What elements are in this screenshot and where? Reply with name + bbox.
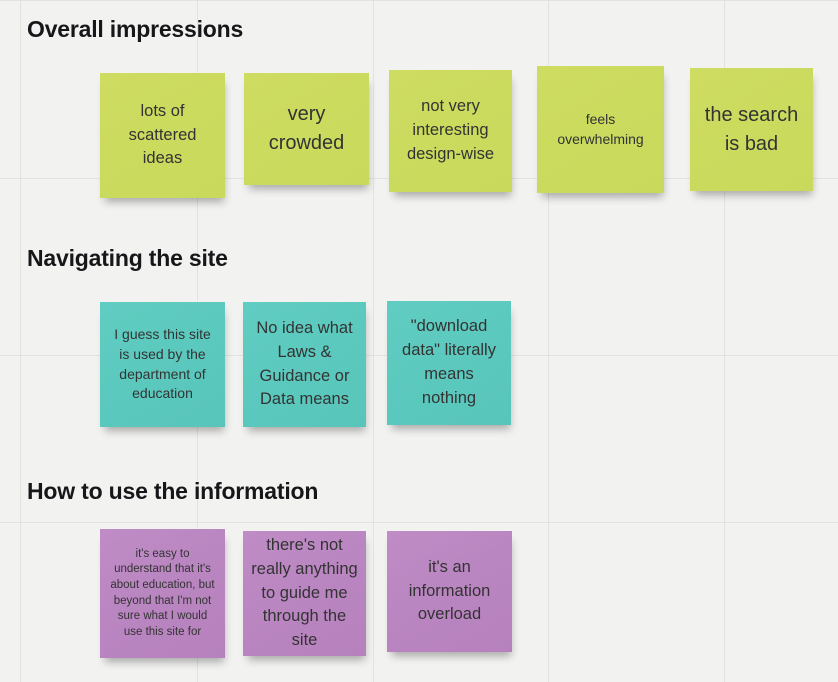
sticky-note[interactable]: it's easy to understand that it's about …	[100, 529, 225, 658]
sticky-note[interactable]: the search is bad	[690, 68, 813, 191]
sticky-note-text: No idea what Laws & Guidance or Data mea…	[256, 318, 353, 409]
sticky-note-text: lots of scattered ideas	[128, 101, 197, 168]
sticky-note-text: not very interesting design-wise	[406, 97, 495, 163]
grid-line-vertical-0	[20, 0, 21, 682]
section-heading-how-to-use-the-information: How to use the information	[27, 478, 319, 504]
sticky-note-text: very crowded	[268, 103, 345, 154]
sticky-note[interactable]: lots of scattered ideas	[100, 73, 225, 198]
sticky-note[interactable]: it's an information overload	[387, 531, 512, 652]
sticky-note-text: feels overwhelming	[557, 110, 644, 147]
sticky-note[interactable]: No idea what Laws & Guidance or Data mea…	[243, 302, 366, 427]
grid-line-horizontal-3	[0, 522, 838, 523]
sticky-note-text: there's not really anything to guide me …	[251, 535, 358, 650]
sticky-note[interactable]: not very interesting design-wise	[389, 70, 512, 192]
sticky-note-board[interactable]: Overall impressions lots of scattered ide…	[0, 0, 838, 682]
section-heading-navigating-the-site: Navigating the site	[27, 245, 228, 271]
sticky-note-text: it's an information overload	[408, 557, 491, 624]
sticky-note[interactable]: there's not really anything to guide me …	[243, 531, 366, 656]
sticky-note-text: it's easy to understand that it's about …	[110, 547, 215, 638]
sticky-note[interactable]: feels overwhelming	[537, 66, 664, 193]
section-heading-overall-impressions: Overall impressions	[27, 16, 244, 42]
sticky-note[interactable]: very crowded	[244, 73, 369, 185]
sticky-note[interactable]: I guess this site is used by the departm…	[100, 302, 225, 427]
sticky-note-text: I guess this site is used by the departm…	[114, 326, 211, 402]
sticky-note-text: the search is bad	[704, 103, 799, 155]
sticky-note-text: "download data" literally means nothing	[402, 317, 496, 407]
grid-line-horizontal-0	[0, 0, 838, 1]
grid-line-vertical-2	[373, 0, 374, 682]
sticky-note[interactable]: "download data" literally means nothing	[387, 301, 511, 425]
